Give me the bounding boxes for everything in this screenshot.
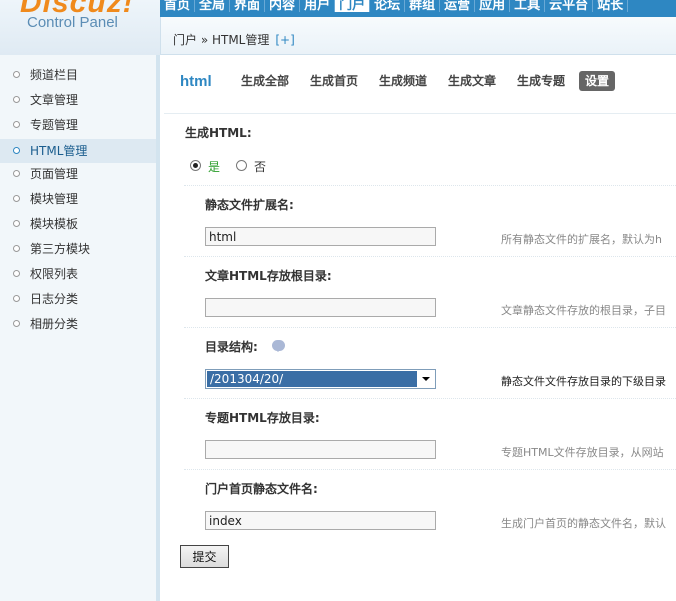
bullet-icon	[13, 245, 20, 252]
main-content: html 生成全部 生成首页 生成频道 生成文章 生成专题 设置 生成HTML:…	[164, 56, 676, 601]
index-name-label: 门户首页静态文件名:	[205, 482, 318, 496]
nav-operation[interactable]: 运营	[440, 0, 476, 12]
sidebar-item-label: HTML管理	[30, 144, 88, 158]
breadcrumb-text: 门户 » HTML管理	[173, 33, 270, 47]
nav-content[interactable]: 内容	[265, 0, 301, 12]
tab-generate-all[interactable]: 生成全部	[235, 71, 295, 91]
sidebar-item-label: 日志分类	[30, 292, 79, 306]
sidebar-item-html[interactable]: HTML管理	[0, 139, 156, 163]
tab-generate-index[interactable]: 生成首页	[304, 71, 364, 91]
dir-structure-select[interactable]: /201304/20/	[205, 369, 436, 389]
nav-cloud[interactable]: 云平台	[545, 0, 594, 12]
divider	[184, 256, 676, 257]
bullet-icon	[13, 295, 20, 302]
bullet-icon	[13, 96, 20, 103]
article-root-label: 文章HTML存放根目录:	[205, 269, 332, 283]
sidebar-item-topics[interactable]: 专题管理	[0, 113, 156, 137]
sidebar-item-label: 第三方模块	[30, 242, 91, 256]
sidebar-item-channel[interactable]: 频道栏目	[0, 63, 156, 87]
divider	[184, 469, 676, 470]
index-name-hint: 生成门户首页的静态文件名，默认	[501, 517, 666, 530]
ext-input[interactable]	[205, 227, 436, 246]
sidebar-item-articles[interactable]: 文章管理	[0, 88, 156, 112]
sidebar-item-label: 专题管理	[30, 118, 79, 132]
nav-portal[interactable]: 门户	[335, 0, 371, 12]
article-root-input[interactable]	[205, 298, 436, 317]
nav-tools[interactable]: 工具	[510, 0, 546, 12]
breadcrumb: 门户 » HTML管理 [+]	[173, 31, 295, 48]
sidebar-item-pages[interactable]: 页面管理	[0, 162, 156, 186]
radio-no-label: 否	[254, 160, 267, 174]
bullet-icon	[13, 121, 20, 128]
radio-yes[interactable]	[190, 160, 201, 171]
dir-structure-selected: /201304/20/	[207, 371, 417, 387]
nav-users[interactable]: 用户	[300, 0, 336, 12]
sidebar-item-label: 频道栏目	[30, 68, 79, 82]
divider	[184, 327, 676, 328]
sidebar-item-label: 权限列表	[30, 267, 79, 281]
nav-home[interactable]: 首页	[160, 0, 196, 12]
sidebar-item-permissions[interactable]: 权限列表	[0, 262, 156, 286]
topic-dir-hint: 专题HTML文件存放目录，从网站	[501, 446, 664, 459]
bullet-icon	[13, 170, 20, 177]
breadcrumb-bar: 门户 » HTML管理 [+]	[160, 17, 676, 55]
nav-global[interactable]: 全局	[195, 0, 231, 12]
dir-structure-label: 目录结构:	[205, 340, 258, 354]
chevron-down-icon[interactable]	[418, 371, 434, 387]
logo-subtitle: Control Panel	[27, 14, 118, 31]
help-icon[interactable]	[272, 340, 285, 352]
tab-generate-channel[interactable]: 生成频道	[373, 71, 433, 91]
topic-dir-input[interactable]	[205, 440, 436, 459]
sidebar-item-modules[interactable]: 模块管理	[0, 187, 156, 211]
divider	[184, 398, 676, 399]
tab-generate-article[interactable]: 生成文章	[442, 71, 502, 91]
radio-yes-label: 是	[208, 160, 221, 174]
sidebar-item-module-templates[interactable]: 模块模板	[0, 212, 156, 236]
nav-style[interactable]: 界面	[230, 0, 266, 12]
article-root-hint: 文章静态文件存放的根目录，子目	[501, 304, 666, 317]
sidebar-item-label: 相册分类	[30, 317, 79, 331]
tab-bar: html 生成全部 生成首页 生成频道 生成文章 生成专题 设置	[164, 56, 676, 114]
bullet-icon	[13, 320, 20, 327]
sidebar-item-label: 模块管理	[30, 192, 79, 206]
logo: Discuz! Control Panel	[0, 0, 160, 55]
bullet-icon	[13, 71, 20, 78]
generate-html-label: 生成HTML:	[185, 126, 252, 140]
tab-generate-topic[interactable]: 生成专题	[511, 71, 571, 91]
dir-structure-hint: 静态文件文件存放目录的下级目录	[501, 375, 666, 388]
tab-settings[interactable]: 设置	[579, 71, 616, 91]
radio-no[interactable]	[236, 160, 247, 171]
sidebar-item-third-party[interactable]: 第三方模块	[0, 237, 156, 261]
ext-hint: 所有静态文件的扩展名，默认为h	[501, 233, 662, 246]
bullet-icon	[13, 147, 20, 154]
sidebar-item-label: 页面管理	[30, 167, 79, 181]
page-title: html	[180, 73, 212, 90]
divider	[184, 185, 676, 186]
bullet-icon	[13, 195, 20, 202]
sidebar-item-blog-categories[interactable]: 日志分类	[0, 287, 156, 311]
nav-founder[interactable]: 站长	[593, 0, 629, 12]
sidebar-item-label: 文章管理	[30, 93, 79, 107]
bullet-icon	[13, 270, 20, 277]
sidebar-item-album-categories[interactable]: 相册分类	[0, 312, 156, 336]
topic-dir-label: 专题HTML存放目录:	[205, 411, 320, 425]
nav-group[interactable]: 群组	[405, 0, 441, 12]
sidebar-item-label: 模块模板	[30, 217, 79, 231]
nav-apps[interactable]: 应用	[475, 0, 511, 12]
add-shortcut-link[interactable]: [+]	[275, 33, 294, 47]
sidebar: 频道栏目 文章管理 专题管理 HTML管理 页面管理 模块管理 模块模板 第三方…	[0, 55, 160, 601]
submit-button[interactable]: 提交	[180, 545, 229, 568]
nav-forum[interactable]: 论坛	[370, 0, 406, 12]
bullet-icon	[13, 220, 20, 227]
ext-label: 静态文件扩展名:	[205, 198, 294, 212]
index-name-input[interactable]	[205, 511, 436, 530]
top-nav: 首页 全局 界面 内容 用户 门户 论坛 群组 运营 应用 工具 云平台 站长	[160, 0, 676, 17]
